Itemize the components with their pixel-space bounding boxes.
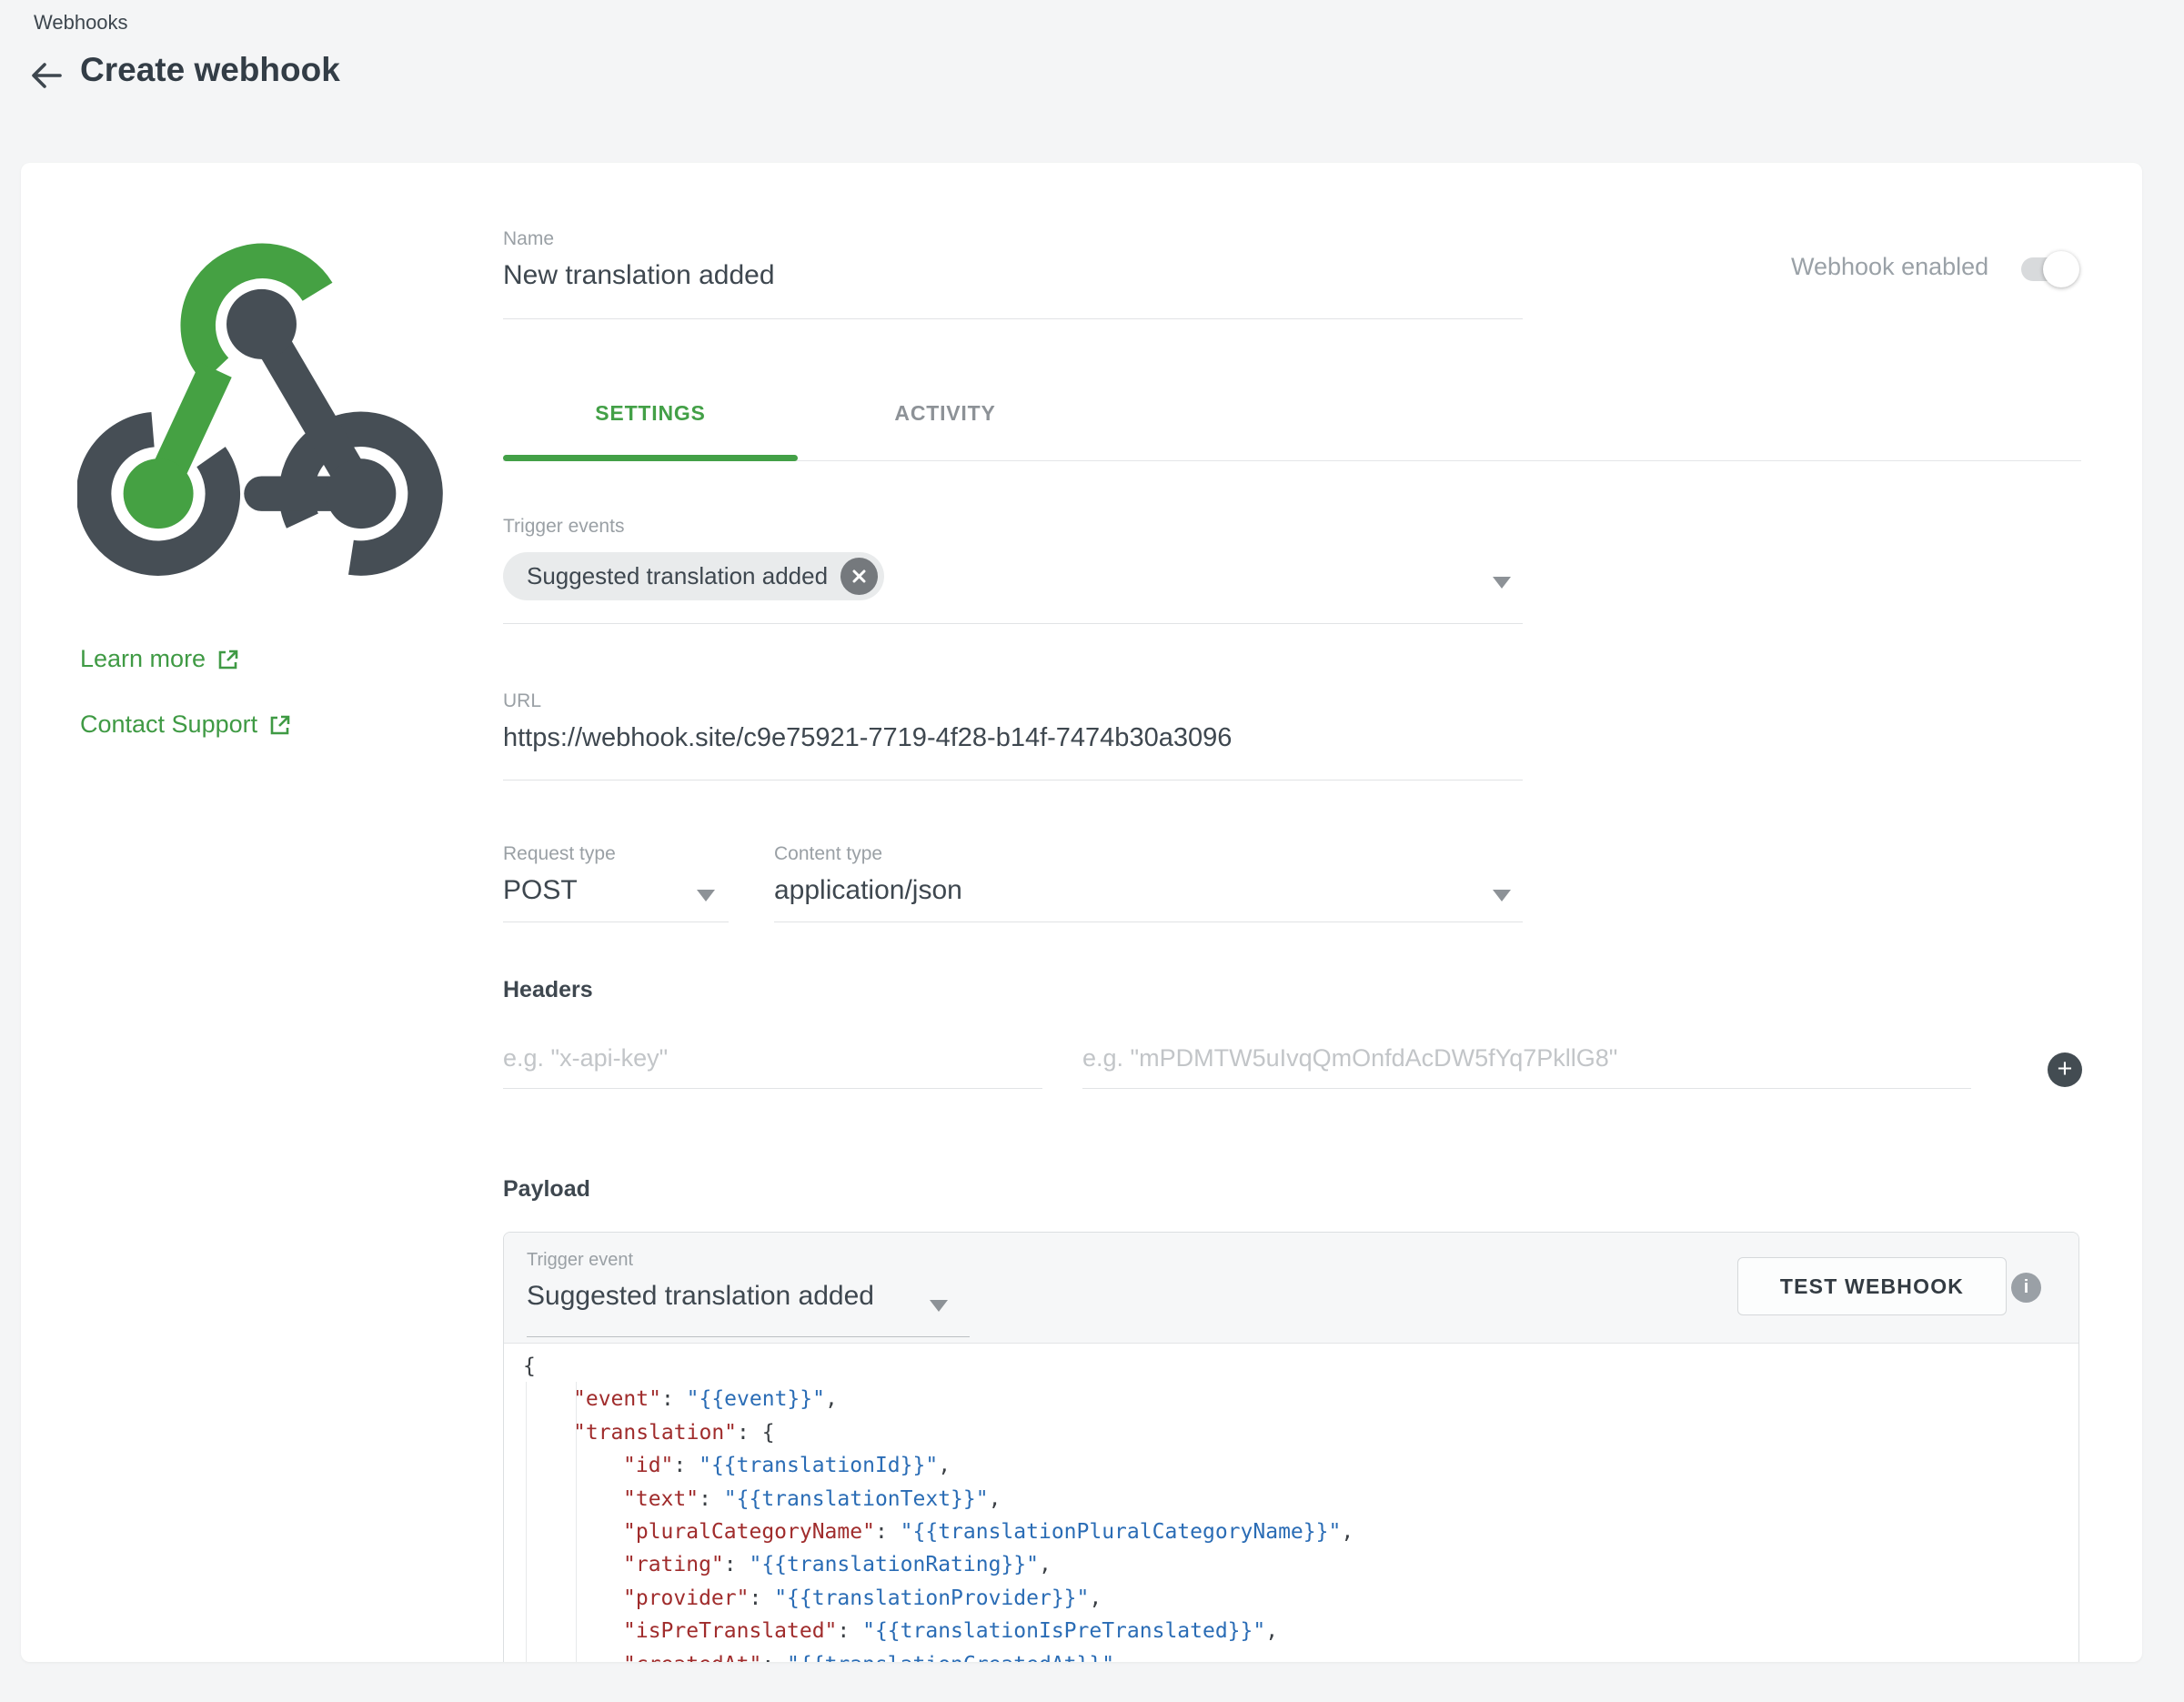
info-glyph: i [2024,1277,2029,1297]
payload-box: Trigger event Suggested translation adde… [503,1232,2079,1662]
code-line: "createdAt": "{{translationCreatedAt}}", [504,1648,2078,1662]
toggle-knob[interactable] [2043,251,2079,287]
page-title: Create webhook [80,51,340,89]
content-type-dropdown-icon[interactable] [1493,890,1511,901]
trigger-events-underline [503,623,1523,624]
payload-trigger-event-label: Trigger event [527,1250,633,1271]
payload-code[interactable]: {"event": "{{event}}","translation": {"i… [504,1344,2078,1662]
test-webhook-button[interactable]: TEST WEBHOOK [1737,1257,2007,1315]
url-field-underline [503,780,1523,781]
code-line: "isPreTranslated": "{{translationIsPreTr… [504,1615,2078,1647]
payload-trigger-event-dropdown-icon[interactable] [930,1300,948,1312]
payload-header: Trigger event Suggested translation adde… [504,1233,2078,1344]
request-type-value[interactable]: POST [503,875,578,906]
header-key-input[interactable] [503,1029,1042,1089]
contact-support-label: Contact Support [80,710,257,739]
payload-trigger-event-value[interactable]: Suggested translation added [527,1281,874,1312]
add-header-button[interactable]: + [2048,1052,2082,1087]
learn-more-label: Learn more [80,645,206,673]
payload-trigger-event-underline [527,1336,970,1337]
code-line: "translation": { [504,1416,2078,1449]
request-type-label: Request type [503,843,616,865]
url-field-value[interactable]: https://webhook.site/c9e75921-7719-4f28-… [503,723,1232,753]
code-line: { [504,1350,2078,1383]
chip-label: Suggested translation added [527,562,828,590]
request-type-dropdown-icon[interactable] [697,890,715,901]
code-line: "text": "{{translationText}}", [504,1483,2078,1516]
plus-icon: + [2058,1054,2073,1083]
indent-guide [576,1382,577,1662]
code-line: "provider": "{{translationProvider}}", [504,1582,2078,1615]
name-field-underline [503,318,1523,319]
header-value-input[interactable] [1082,1029,1971,1089]
content-type-value[interactable]: application/json [774,875,962,906]
contact-support-link[interactable]: Contact Support [80,710,292,739]
webhook-enabled-toggle[interactable] [2021,257,2072,281]
close-icon [852,569,866,583]
code-line: "rating": "{{translationRating}}", [504,1548,2078,1581]
learn-more-link[interactable]: Learn more [80,645,240,673]
code-line: "event": "{{event}}", [504,1383,2078,1415]
code-line: "pluralCategoryName": "{{translationPlur… [504,1516,2078,1548]
indent-guide [526,1382,527,1662]
breadcrumb[interactable]: Webhooks [34,11,128,35]
trigger-event-chip[interactable]: Suggested translation added [503,552,884,600]
code-line: "id": "{{translationId}}", [504,1449,2078,1482]
info-icon[interactable]: i [2011,1273,2041,1303]
arrow-left-icon [27,56,65,95]
headers-section-label: Headers [503,977,593,1003]
name-field-label: Name [503,228,554,250]
request-type-underline [503,921,729,922]
chip-remove-icon[interactable] [840,558,878,595]
back-arrow-icon[interactable] [27,56,65,95]
active-tab-indicator [503,455,798,461]
tab-activity[interactable]: ACTIVITY [798,401,1092,426]
trigger-events-label: Trigger events [503,516,624,538]
url-field-label: URL [503,690,541,712]
create-webhook-card: Learn more Contact Support Name New tran… [21,163,2142,1662]
webhook-enabled-label: Webhook enabled [1791,253,1988,281]
name-field-value[interactable]: New translation added [503,260,775,291]
content-type-label: Content type [774,843,882,865]
payload-section-label: Payload [503,1176,590,1203]
webhook-logo [77,228,446,586]
external-link-icon [216,648,240,671]
content-type-underline [774,921,1523,922]
trigger-events-dropdown-icon[interactable] [1493,577,1511,589]
external-link-icon [268,713,292,737]
tab-settings[interactable]: SETTINGS [503,401,798,426]
